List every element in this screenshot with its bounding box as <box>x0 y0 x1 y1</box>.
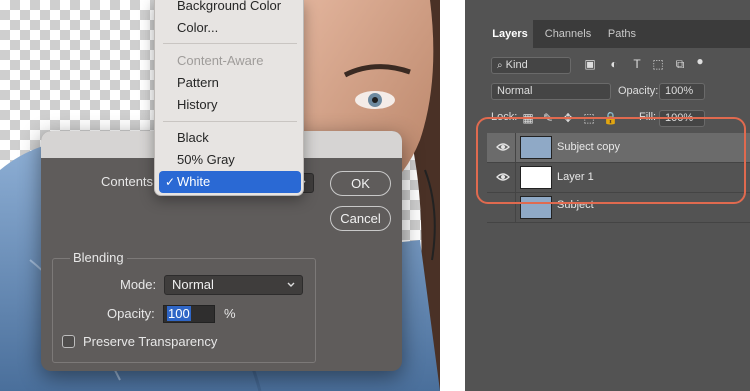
search-icon: ⌕ <box>497 60 503 71</box>
mode-dropdown[interactable]: Normal <box>164 275 303 295</box>
opacity-value: 100 <box>167 306 191 321</box>
menu-item-background-color[interactable]: Background Color <box>155 0 303 17</box>
menu-item-white[interactable]: ✓ White <box>159 171 301 193</box>
menu-item-color[interactable]: Color... <box>155 17 303 39</box>
screenshot-stage: Contents OK Cancel Blending Mode: Normal… <box>0 0 750 391</box>
tab-channels[interactable]: Channels <box>537 20 599 48</box>
contents-label: Contents <box>101 174 154 189</box>
image-filter-icon[interactable]: ▣ <box>583 57 597 71</box>
kind-filter-dropdown[interactable]: ⌕ Kind <box>491 57 571 74</box>
blend-mode-value: Normal <box>497 85 533 97</box>
contents-popup-menu: Background Color Color... Content-Aware … <box>154 0 304 196</box>
filter-row: ⌕ Kind ▣ ◐ T ⬚ ⧉ ● <box>487 54 750 77</box>
adjustment-filter-icon[interactable]: ◐ <box>607 57 621 71</box>
panel-tabs: Layers Channels Paths <box>487 20 750 48</box>
menu-item-history[interactable]: History <box>155 94 303 116</box>
type-filter-icon[interactable]: T <box>630 57 644 71</box>
menu-separator <box>163 121 297 122</box>
menu-item-50-gray[interactable]: 50% Gray <box>155 149 303 171</box>
opacity-input[interactable]: 100 <box>163 305 215 323</box>
ok-button[interactable]: OK <box>330 171 391 196</box>
shape-filter-icon[interactable]: ⬚ <box>651 57 665 71</box>
tab-paths[interactable]: Paths <box>601 20 643 48</box>
layer-opacity-input[interactable]: 100% <box>659 83 705 100</box>
filter-toggle-icon[interactable]: ● <box>693 54 707 68</box>
smart-object-filter-icon[interactable]: ⧉ <box>673 57 687 71</box>
checkmark-icon: ✓ <box>165 175 176 189</box>
menu-item-black[interactable]: Black <box>155 127 303 149</box>
blend-mode-dropdown[interactable]: Normal <box>491 83 611 100</box>
percent-label: % <box>224 306 236 321</box>
annotation-highlight <box>476 117 746 204</box>
preserve-transparency-checkbox[interactable] <box>62 335 75 348</box>
mode-label: Mode: <box>120 277 157 292</box>
opacity-label: Opacity: <box>107 306 155 321</box>
layer-opacity-value: 100% <box>665 85 694 97</box>
kind-label: Kind <box>505 59 528 71</box>
menu-item-pattern[interactable]: Pattern <box>155 72 303 94</box>
menu-item-white-label: White <box>177 174 211 189</box>
chevron-down-icon <box>287 282 295 287</box>
blending-label: Blending <box>70 250 127 265</box>
preserve-transparency-label: Preserve Transparency <box>83 334 218 349</box>
cancel-button[interactable]: Cancel <box>330 206 391 231</box>
blend-row: Normal Opacity: 100% <box>487 83 750 103</box>
opacity-label: Opacity: <box>618 85 659 97</box>
mode-value: Normal <box>172 277 214 292</box>
menu-item-content-aware: Content-Aware <box>177 53 264 68</box>
menu-separator <box>163 43 297 44</box>
tab-layers[interactable]: Layers <box>487 20 533 48</box>
